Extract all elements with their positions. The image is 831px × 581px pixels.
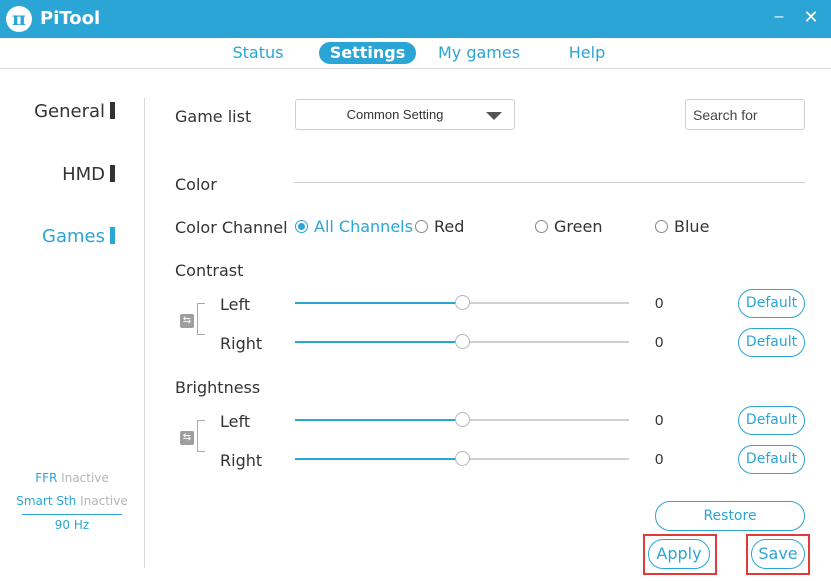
top-nav: Status Settings My games Help	[0, 38, 831, 69]
brightness-title: Brightness	[175, 378, 261, 397]
sidebar-marker	[110, 227, 115, 244]
sidebar-item-games[interactable]: Games	[42, 226, 115, 247]
status-key: Smart Sth	[16, 494, 77, 508]
search-input[interactable]	[685, 99, 805, 130]
contrast-left-slider[interactable]	[295, 295, 629, 311]
slider-thumb[interactable]	[455, 451, 470, 466]
slider-fill	[295, 341, 462, 343]
contrast-left-default-button[interactable]: Default	[738, 289, 805, 318]
brightness-left-value: 0	[655, 412, 664, 429]
brightness-right-value: 0	[655, 451, 664, 468]
contrast-right-label: Right	[220, 334, 263, 353]
link-icon[interactable]: ⇆	[180, 314, 194, 328]
tab-status[interactable]: Status	[226, 42, 290, 64]
tab-my-games[interactable]: My games	[436, 42, 522, 64]
contrast-left-label: Left	[220, 295, 251, 314]
radio-empty-icon	[655, 220, 668, 233]
status-divider	[22, 514, 122, 515]
slider-thumb[interactable]	[455, 412, 470, 427]
radio-empty-icon	[535, 220, 548, 233]
chevron-down-icon	[486, 112, 502, 120]
pitool-logo-icon: π	[6, 6, 32, 32]
slider-thumb[interactable]	[455, 334, 470, 349]
link-icon[interactable]: ⇆	[180, 431, 194, 445]
sidebar-marker	[110, 165, 115, 182]
status-value: Inactive	[80, 494, 128, 508]
contrast-right-default-button[interactable]: Default	[738, 328, 805, 357]
radio-red[interactable]: Red	[415, 217, 464, 236]
contrast-right-slider[interactable]	[295, 334, 629, 350]
radio-label: Blue	[674, 217, 710, 236]
save-button[interactable]: Save	[751, 539, 805, 569]
brightness-left-default-button[interactable]: Default	[738, 406, 805, 435]
brightness-right-label: Right	[220, 451, 263, 470]
section-divider	[294, 182, 805, 183]
sidebar-item-label: General	[34, 101, 105, 122]
sidebar-divider	[144, 98, 145, 568]
game-list-selected-value: Common Setting	[346, 107, 444, 122]
brightness-right-slider[interactable]	[295, 451, 629, 467]
radio-all-channels[interactable]: All Channels	[295, 217, 413, 236]
restore-button[interactable]: Restore	[655, 501, 805, 531]
sidebar-item-label: HMD	[62, 164, 105, 185]
game-list-select[interactable]: Common Setting	[295, 99, 515, 130]
radio-label: Green	[554, 217, 603, 236]
apply-button[interactable]: Apply	[648, 539, 710, 569]
brightness-left-label: Left	[220, 412, 251, 431]
radio-empty-icon	[415, 220, 428, 233]
game-list-label: Game list	[175, 107, 252, 126]
status-ffr: FFR Inactive	[0, 471, 144, 485]
slider-fill	[295, 302, 462, 304]
color-section-title: Color	[175, 175, 217, 194]
radio-blue[interactable]: Blue	[655, 217, 709, 236]
slider-thumb[interactable]	[455, 295, 470, 310]
link-bracket	[197, 303, 205, 335]
contrast-right-value: 0	[655, 334, 664, 351]
status-key: 90 Hz	[54, 518, 90, 532]
contrast-title: Contrast	[175, 261, 244, 280]
slider-fill	[295, 419, 462, 421]
contrast-left-value: 0	[655, 295, 664, 312]
close-button[interactable]: ✕	[800, 6, 822, 28]
sidebar-marker	[110, 102, 115, 119]
brightness-right-default-button[interactable]: Default	[738, 445, 805, 474]
status-smart-sth: Smart Sth Inactive	[0, 494, 144, 508]
tab-settings[interactable]: Settings	[319, 42, 416, 64]
tab-help[interactable]: Help	[564, 42, 610, 64]
slider-fill	[295, 458, 462, 460]
title-bar: π PiTool – ✕	[0, 0, 831, 38]
sidebar-item-label: Games	[42, 226, 105, 247]
app-title: PiTool	[40, 8, 101, 29]
status-key: FFR	[35, 471, 58, 485]
color-channel-label: Color Channel	[175, 218, 288, 237]
sidebar-item-general[interactable]: General	[34, 101, 115, 122]
minimize-button[interactable]: –	[768, 6, 790, 28]
status-refresh-rate: 90 Hz	[0, 518, 144, 532]
radio-label: Red	[434, 217, 465, 236]
sidebar-item-hmd[interactable]: HMD	[62, 164, 115, 185]
radio-label: All Channels	[314, 217, 413, 236]
brightness-left-slider[interactable]	[295, 412, 629, 428]
radio-green[interactable]: Green	[535, 217, 602, 236]
status-value: Inactive	[61, 471, 109, 485]
radio-selected-icon	[295, 220, 308, 233]
link-bracket	[197, 420, 205, 452]
